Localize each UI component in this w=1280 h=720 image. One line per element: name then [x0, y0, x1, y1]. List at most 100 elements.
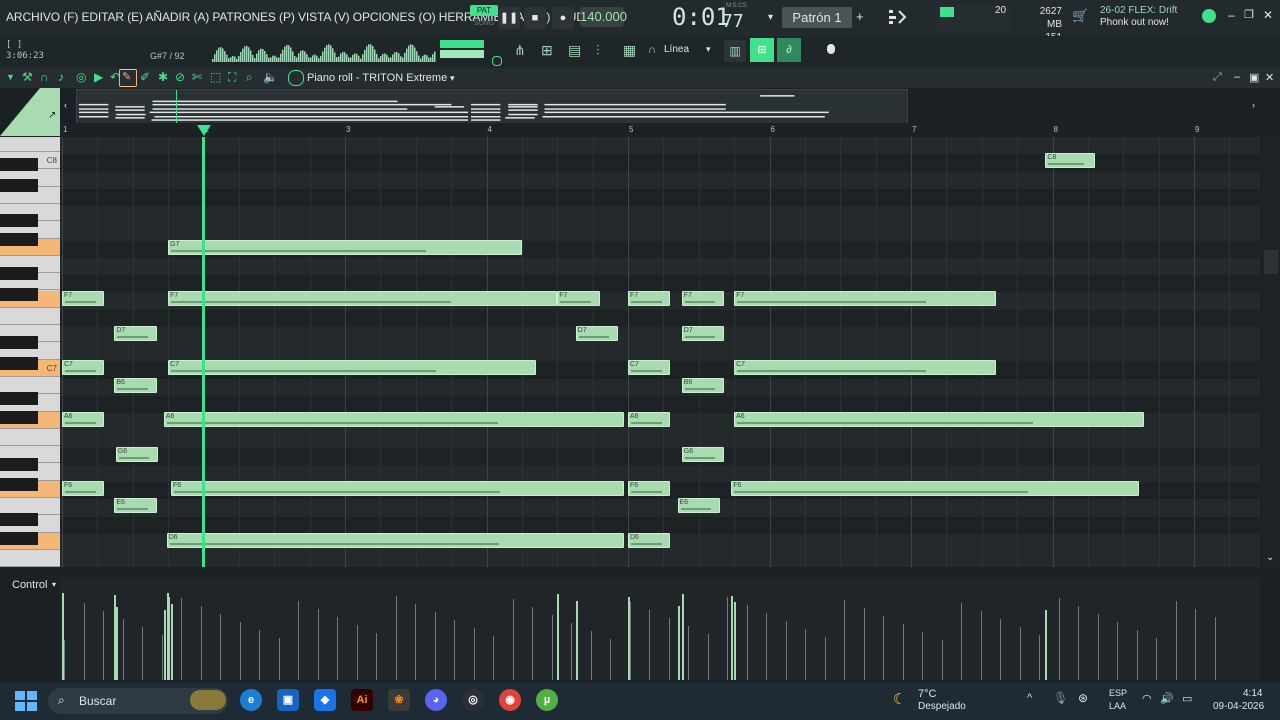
note-c7[interactable]: C7	[62, 360, 105, 376]
note-d6[interactable]: D6	[166, 532, 624, 548]
instrument-icon[interactable]	[288, 70, 304, 86]
discord-icon[interactable]: ◕	[425, 689, 447, 711]
note-f7[interactable]: F7	[681, 291, 725, 307]
black-key[interactable]	[0, 410, 38, 424]
note-c8[interactable]: C8	[1045, 153, 1095, 169]
master-volume-knob[interactable]	[492, 56, 502, 66]
detach-icon[interactable]: ⤢	[1213, 71, 1222, 84]
pr-maximize-icon[interactable]: ▣	[1249, 71, 1259, 84]
search-highlight-icon[interactable]	[190, 690, 226, 710]
note-c7[interactable]: C7	[734, 360, 996, 376]
note-f6[interactable]: F6	[628, 481, 671, 496]
song-overview[interactable]	[76, 89, 908, 124]
snap-dropdown-icon[interactable]: ▾	[706, 44, 711, 55]
velocity-stem[interactable]	[575, 601, 578, 680]
white-key[interactable]	[0, 429, 60, 447]
black-key[interactable]	[0, 457, 38, 471]
note-a6[interactable]: A6	[163, 412, 624, 427]
black-key[interactable]	[0, 512, 38, 526]
weather-temp[interactable]: 7°C	[918, 688, 936, 700]
velocity-stem[interactable]	[62, 599, 64, 680]
typing-keyboard-icon[interactable]: ⊞	[750, 38, 774, 62]
pattern-clone-icon[interactable]	[888, 8, 907, 26]
velocity-lane[interactable]	[60, 578, 1260, 680]
note-f6[interactable]: F6	[62, 481, 105, 496]
black-key[interactable]	[0, 267, 38, 281]
brush-icon[interactable]: ✐	[140, 70, 150, 84]
note-f7[interactable]: F7	[168, 291, 558, 307]
control-selector[interactable]: Control	[12, 579, 47, 591]
stop-button[interactable]: ■	[524, 7, 546, 29]
keyboard-layout[interactable]: LAA	[1109, 701, 1126, 711]
black-key[interactable]	[0, 531, 38, 545]
black-key[interactable]	[0, 232, 38, 246]
note-a6[interactable]: A6	[734, 412, 1145, 427]
chrome-icon[interactable]: ◉	[499, 689, 521, 711]
pat-song-toggle[interactable]: PAT SONG	[470, 5, 498, 31]
piano-roll-title[interactable]: Piano roll - TRITON Extreme	[307, 72, 447, 84]
tray-chevron-icon[interactable]: ^	[1027, 692, 1032, 704]
note-d6[interactable]: D6	[628, 532, 671, 548]
control-divider[interactable]	[0, 568, 1280, 578]
add-pattern-button[interactable]: +	[856, 9, 864, 24]
channel-rack-icon[interactable]: ⊞	[541, 42, 553, 59]
black-key[interactable]	[0, 478, 38, 492]
pause-button[interactable]: ❚❚	[498, 7, 520, 29]
velocity-stem[interactable]	[170, 604, 173, 680]
mute-tool-icon[interactable]: ⊘	[175, 70, 185, 84]
online-icon[interactable]	[1202, 9, 1216, 23]
velocity-stem[interactable]	[731, 596, 734, 680]
scroll-down-icon[interactable]: ⌄	[1266, 552, 1274, 563]
browser-icon[interactable]: ▦	[623, 42, 636, 59]
black-key[interactable]	[0, 179, 38, 193]
store-icon[interactable]: ▣	[277, 689, 299, 711]
pattern-selector[interactable]: Patrón 1	[782, 7, 852, 28]
pr-minimize-icon[interactable]: –	[1234, 71, 1240, 83]
record-target-icon[interactable]: ◎	[76, 70, 86, 84]
velocity-stem[interactable]	[681, 594, 684, 680]
edge-icon[interactable]: e	[240, 689, 262, 711]
white-key[interactable]	[0, 550, 60, 567]
note-grid[interactable]: C8 G7 F7 F7 F7 F7 F7 F7 D7 D7 D7 C7 C7 C7 C7 B6 B6 A6 A6 A6…	[60, 137, 1260, 567]
delete-tool-icon[interactable]: ✱	[158, 70, 168, 84]
black-key[interactable]	[0, 213, 38, 227]
piano-keyboard[interactable]: C8 C7	[0, 137, 60, 567]
zoom-icon[interactable]: ⌕	[246, 70, 253, 85]
velocity-stem[interactable]	[1045, 610, 1048, 680]
speaker-icon[interactable]: 🔈	[263, 70, 278, 84]
note-e6[interactable]: E6	[677, 498, 720, 514]
minimize-icon[interactable]: –	[1228, 8, 1235, 22]
note-g6[interactable]: G6	[681, 446, 725, 462]
scroll-thumb[interactable]	[1264, 250, 1278, 274]
timeline-ruler[interactable]: 123456789	[60, 123, 1260, 137]
black-key[interactable]	[0, 391, 38, 405]
note-f6[interactable]: F6	[170, 481, 624, 496]
note-g7[interactable]: G7	[168, 239, 522, 255]
note-a6[interactable]: A6	[62, 412, 105, 427]
location-icon[interactable]: ⊛	[1078, 691, 1088, 705]
velocity-stem[interactable]	[628, 598, 630, 680]
note-f6[interactable]: F6	[731, 481, 1139, 496]
black-key[interactable]	[0, 288, 38, 302]
pr-close-icon[interactable]: ✕	[1265, 71, 1274, 84]
note-f7[interactable]: F7	[734, 291, 996, 307]
black-key[interactable]	[0, 357, 38, 371]
velocity-stem[interactable]	[677, 606, 680, 680]
language-code[interactable]: ESP	[1109, 688, 1127, 698]
note-d7[interactable]: D7	[575, 325, 619, 341]
close-icon[interactable]: ✕	[1263, 8, 1273, 22]
note-e6[interactable]: E6	[114, 498, 157, 514]
play-icon[interactable]: ▶	[94, 70, 103, 84]
pitch-knob[interactable]	[827, 44, 835, 54]
note-a6[interactable]: A6	[628, 412, 671, 427]
fl-studio-icon[interactable]: ❀	[388, 689, 410, 711]
record-button[interactable]: ●	[552, 7, 574, 29]
vertical-scrollbar[interactable]	[1262, 137, 1280, 567]
snap-selector[interactable]: Línea	[664, 44, 689, 55]
note-d7[interactable]: D7	[114, 325, 157, 341]
note-b6[interactable]: B6	[114, 377, 157, 393]
note-icon[interactable]: ♪	[58, 70, 64, 84]
note-f7[interactable]: F7	[557, 291, 600, 307]
volume-icon[interactable]: 🔊	[1160, 692, 1174, 705]
battery-icon[interactable]: ▭	[1182, 692, 1192, 705]
